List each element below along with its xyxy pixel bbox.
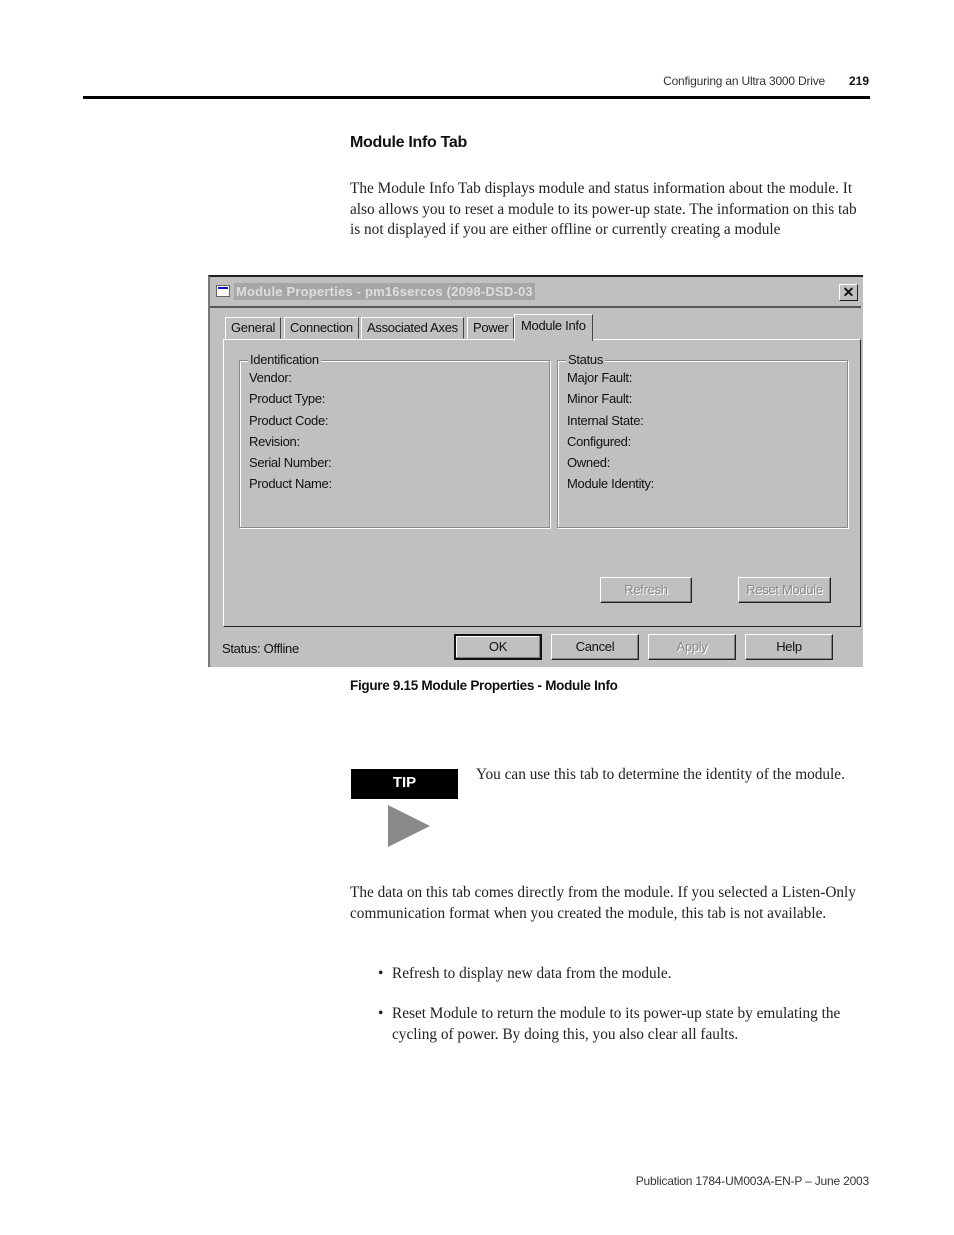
bullet-text: Refresh to display new data from the mod… [392,965,672,982]
serial-number-label: Serial Number: [249,455,332,470]
module-properties-dialog: Module Properties - pm16sercos (2098-DSD… [208,275,863,667]
bullet-item: • Refresh to display new data from the m… [378,964,868,985]
tab-panel: Identification Vendor: Product Type: Pro… [223,339,861,627]
vendor-label: Vendor: [249,370,292,385]
product-name-label: Product Name: [249,476,332,491]
bullet-icon: • [378,965,384,982]
apply-button[interactable]: Apply [648,634,736,660]
tip-text: You can use this tab to determine the id… [476,766,845,783]
body-paragraph: The data on this tab comes directly from… [350,884,856,922]
bullet-icon: • [378,1005,384,1022]
title-bar[interactable]: Module Properties - pm16sercos (2098-DSD… [212,281,858,303]
figure-caption: Figure 9.15 Module Properties - Module I… [350,678,618,693]
identification-group: Identification Vendor: Product Type: Pro… [239,352,550,528]
connection-status: Status: Offline [222,641,299,656]
refresh-button[interactable]: Refresh [600,577,692,603]
tab-connection[interactable]: Connection [284,317,359,339]
product-code-label: Product Code: [249,413,329,428]
tab-power[interactable]: Power [467,317,515,339]
window-icon [216,285,230,297]
status-group: Status Major Fault: Minor Fault: Interna… [557,352,848,528]
status-group-title: Status [566,352,606,367]
identification-group-title: Identification [248,352,321,367]
revision-label: Revision: [249,434,300,449]
module-identity-label: Module Identity: [567,476,654,491]
header-rule [83,96,870,99]
running-header: Configuring an Ultra 3000 Drive [663,74,825,88]
intro-paragraph: The Module Info Tab displays module and … [350,180,857,238]
cancel-button[interactable]: Cancel [551,634,639,660]
product-type-label: Product Type: [249,391,326,406]
owned-label: Owned: [567,455,611,470]
minor-fault-label: Minor Fault: [567,391,633,406]
bullet-item: • Reset Module to return the module to i… [378,1004,868,1045]
bullet-text: Reset Module to return the module to its… [392,1005,841,1043]
window-title: Module Properties - pm16sercos (2098-DSD… [234,283,535,300]
help-button[interactable]: Help [745,634,833,660]
section-heading: Module Info Tab [350,134,467,151]
internal-state-label: Internal State: [567,413,644,428]
close-icon: ✕ [842,284,855,300]
page-number: 219 [848,74,869,88]
tip-label: TIP [351,769,458,799]
tab-module-info[interactable]: Module Info [514,314,593,341]
publication-footer: Publication 1784-UM003A-EN-P – June 2003 [635,1174,869,1188]
title-separator [210,306,861,308]
major-fault-label: Major Fault: [567,370,633,385]
configured-label: Configured: [567,434,631,449]
tab-general[interactable]: General [225,317,282,339]
reset-module-button[interactable]: Reset Module [738,577,831,603]
tab-associated-axes[interactable]: Associated Axes [361,317,464,339]
ok-button[interactable]: OK [454,634,542,660]
close-button[interactable]: ✕ [839,284,858,301]
tip-arrow-icon [388,805,430,847]
